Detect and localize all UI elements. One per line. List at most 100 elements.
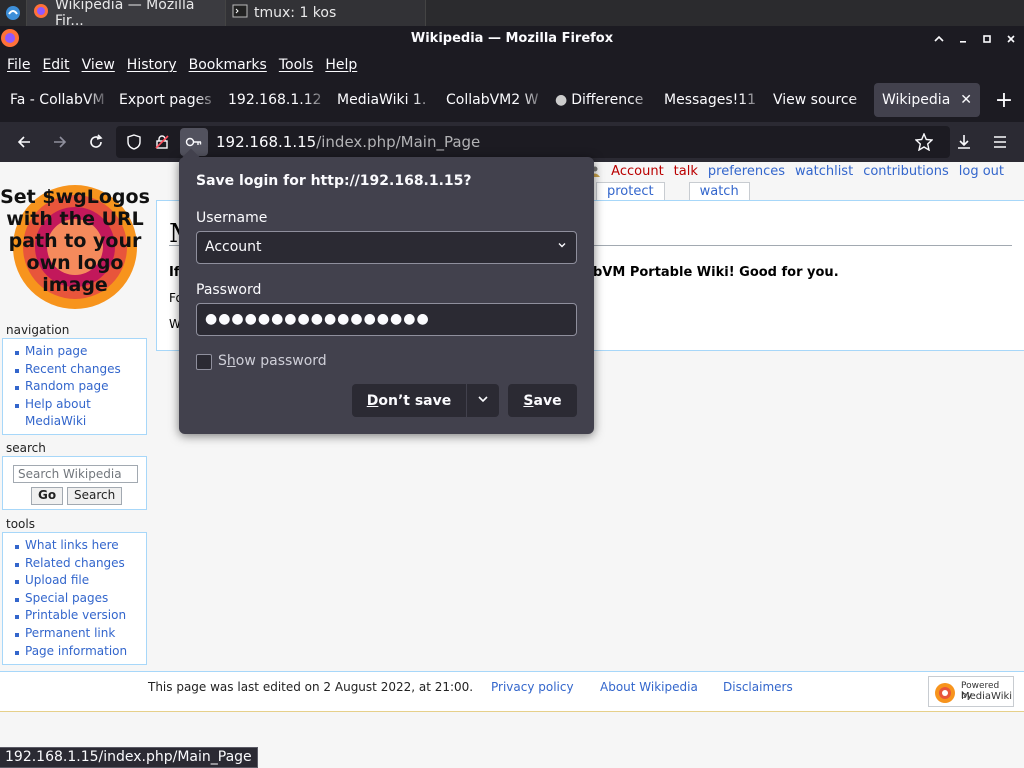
personal-preferences-link[interactable]: preferences — [708, 164, 785, 179]
dont-save-dropdown-button[interactable] — [467, 384, 499, 417]
dont-save-button[interactable]: Don’t save — [352, 384, 466, 417]
url-text[interactable]: 192.168.1.15/index.php/Main_Page — [216, 133, 480, 151]
disclaimers-link[interactable]: Disclaimers — [723, 680, 793, 694]
tab-protect[interactable]: protect — [596, 182, 665, 200]
taskbar-item-terminal[interactable]: tmux: 1 kos — [226, 0, 426, 26]
username-label: Username — [196, 210, 268, 226]
menu-view[interactable]: View — [76, 57, 121, 73]
tools-portlet: What links here Related changes Upload f… — [2, 532, 147, 665]
save-rest: ave — [533, 392, 562, 409]
new-tab-icon[interactable]: + — [990, 88, 1018, 113]
insecure-lock-icon[interactable] — [148, 128, 176, 156]
window-minimize-icon[interactable] — [954, 30, 972, 48]
personal-tools: Account talk preferences watchlist contr… — [589, 162, 1004, 180]
site-logo[interactable]: Set $wgLogos with the URL path to your o… — [0, 172, 150, 322]
menu-tools[interactable]: Tools — [273, 57, 320, 73]
search-input[interactable]: Search Wikipedia — [13, 465, 138, 483]
show-password-checkbox[interactable] — [196, 354, 212, 370]
tab-label: MediaWiki 1. — [337, 92, 427, 108]
tools-printable-version[interactable]: Printable version — [15, 607, 146, 625]
hamburger-menu-icon[interactable] — [982, 126, 1018, 158]
dont-save-rest: on’t save — [378, 392, 452, 409]
chevron-down-icon[interactable] — [556, 239, 568, 255]
forward-icon[interactable] — [42, 126, 78, 158]
download-icon[interactable] — [946, 126, 982, 158]
personal-account-link[interactable]: Account — [611, 164, 664, 179]
show-password-label[interactable]: Show password — [218, 353, 327, 369]
tools-special-pages[interactable]: Special pages — [15, 590, 146, 608]
window-title: Wikipedia — Mozilla Firefox — [410, 31, 614, 46]
navigation-portlet: Main page Recent changes Random page Hel… — [2, 338, 147, 435]
personal-contributions-link[interactable]: contributions — [863, 164, 949, 179]
navigation-heading: navigation — [6, 323, 70, 337]
password-field[interactable]: ●●●●●●●●●●●●●●●●● — [196, 303, 577, 336]
menu-file[interactable]: File — [1, 57, 36, 73]
taskbar-item-firefox[interactable]: Wikipedia — Mozilla Fir... — [26, 0, 226, 29]
status-bar: 192.168.1.15/index.php/Main_Page — [0, 747, 258, 768]
content-line-1-start: If — [169, 265, 180, 280]
privacy-policy-link[interactable]: Privacy policy — [491, 680, 574, 694]
firefox-icon — [33, 3, 49, 23]
search-button[interactable]: Search — [67, 487, 123, 505]
menu-history[interactable]: History — [121, 57, 183, 73]
tab-messages[interactable]: Messages!11 — [656, 83, 765, 117]
reload-icon[interactable] — [78, 126, 114, 158]
last-modified-text: This page was last edited on 2 August 20… — [148, 680, 474, 694]
save-accesskey: S — [523, 392, 534, 409]
mediawiki-flower-icon — [933, 681, 957, 709]
window-collapse-icon[interactable] — [930, 30, 948, 48]
username-field[interactable]: Account — [196, 231, 577, 264]
url-bar[interactable]: 192.168.1.15/index.php/Main_Page — [116, 126, 950, 158]
taskbar-item-label: Wikipedia — Mozilla Fir... — [55, 0, 195, 29]
tab-collabvm2[interactable]: CollabVM2 W — [438, 83, 547, 117]
tools-permanent-link[interactable]: Permanent link — [15, 625, 146, 643]
taskbar: Wikipedia — Mozilla Fir... tmux: 1 kos — [0, 0, 1024, 29]
menu-edit[interactable]: Edit — [36, 57, 75, 73]
tab-mediawiki[interactable]: MediaWiki 1. — [329, 83, 438, 117]
tools-upload-file[interactable]: Upload file — [15, 572, 146, 590]
tools-what-links-here[interactable]: What links here — [15, 537, 146, 555]
menu-help[interactable]: Help — [319, 57, 363, 73]
powered-by-mediawiki-badge[interactable]: Powered by MediaWiki — [928, 676, 1014, 707]
personal-watchlist-link[interactable]: watchlist — [795, 164, 853, 179]
menu-bookmarks[interactable]: Bookmarks — [183, 57, 273, 73]
nav-recent-changes[interactable]: Recent changes — [15, 361, 146, 379]
search-heading: search — [6, 441, 46, 455]
tab-192-168-1-12[interactable]: 192.168.1.12 — [220, 83, 329, 117]
firefox-icon — [0, 28, 20, 52]
password-label: Password — [196, 282, 262, 298]
save-button[interactable]: Save — [508, 384, 577, 417]
nav-help-about[interactable]: Help about — [15, 396, 146, 414]
shield-icon[interactable] — [120, 128, 148, 156]
taskbar-item-label: tmux: 1 kos — [254, 5, 337, 21]
tab-watch[interactable]: watch — [688, 182, 750, 200]
window-maximize-icon[interactable] — [978, 30, 996, 48]
page-footer: This page was last edited on 2 August 20… — [0, 671, 1024, 712]
bookmark-star-icon[interactable] — [906, 126, 942, 158]
nav-main-page[interactable]: Main page — [15, 343, 146, 361]
about-wikipedia-link[interactable]: About Wikipedia — [600, 680, 698, 694]
tab-wikipedia[interactable]: Wikipedia ✕ — [874, 83, 980, 117]
tab-view-source[interactable]: View source — [765, 83, 874, 117]
page-action-tabs: protect watch — [596, 182, 750, 200]
window-close-icon[interactable] — [1002, 30, 1020, 48]
tab-difference[interactable]: ● Difference — [547, 83, 656, 117]
back-icon[interactable] — [6, 126, 42, 158]
apple-icon: ● — [555, 92, 568, 108]
nav-help-mediawiki[interactable]: MediaWiki — [15, 413, 146, 431]
url-path: /index.php/Main_Page — [316, 133, 481, 151]
personal-logout-link[interactable]: log out — [959, 164, 1004, 179]
show-password-prefix: S — [218, 353, 227, 369]
tools-related-changes[interactable]: Related changes — [15, 555, 146, 573]
go-button[interactable]: Go — [31, 487, 64, 505]
terminal-icon — [232, 3, 248, 23]
nav-random-page[interactable]: Random page — [15, 378, 146, 396]
tab-collabvm[interactable]: Fa - CollabVM — [2, 83, 111, 117]
system-menu-icon[interactable] — [0, 0, 26, 26]
tools-page-information[interactable]: Page information — [15, 643, 146, 661]
personal-talk-link[interactable]: talk — [674, 164, 698, 179]
close-tab-icon[interactable]: ✕ — [960, 92, 972, 108]
password-value: ●●●●●●●●●●●●●●●●● — [205, 311, 430, 327]
tab-export-pages[interactable]: Export pages — [111, 83, 220, 117]
window-titlebar: Wikipedia — Mozilla Firefox — [0, 26, 1024, 51]
